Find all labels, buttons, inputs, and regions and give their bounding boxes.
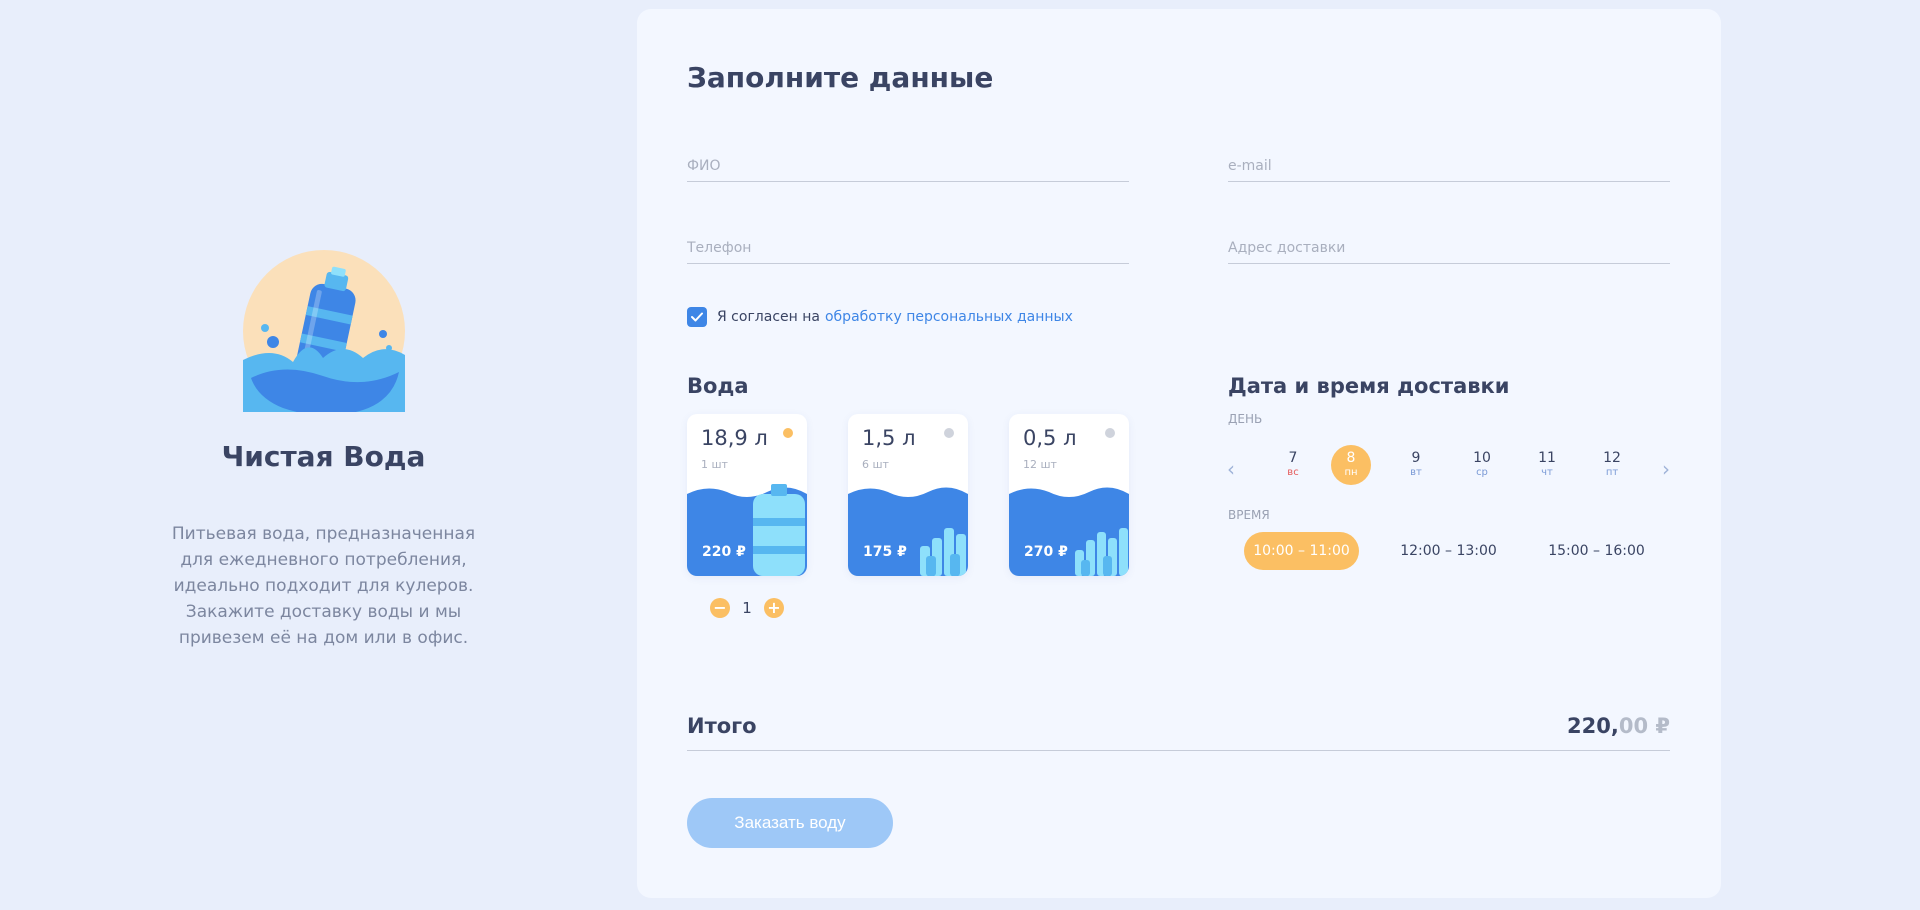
- phone-field-wrap: [687, 234, 1129, 264]
- wave-icon: [848, 487, 968, 576]
- card-volume: 18,9 л: [701, 426, 768, 450]
- total-amount-main: 220,: [1567, 714, 1619, 738]
- time-label: ВРЕМЯ: [1228, 508, 1270, 522]
- day-number: 7: [1288, 450, 1298, 466]
- card-volume: 1,5 л: [862, 426, 916, 450]
- delivery-section-title: Дата и время доставки: [1228, 374, 1510, 398]
- card-quantity: 12 шт: [1023, 458, 1057, 471]
- fio-field-wrap: [687, 152, 1129, 182]
- checkmark-icon: [691, 312, 703, 322]
- day-weekday: вс: [1287, 467, 1299, 478]
- fio-input[interactable]: [687, 152, 1129, 180]
- total-row: Итого 220,00 ₽: [687, 709, 1670, 751]
- day-weekday: пт: [1605, 467, 1619, 478]
- privacy-policy-link[interactable]: обработку персональных данных: [825, 309, 1073, 325]
- day-option[interactable]: 7 вс: [1273, 445, 1313, 485]
- address-field-wrap: [1228, 234, 1670, 264]
- day-number: 9: [1411, 450, 1421, 466]
- card-select-dot: [1105, 428, 1115, 438]
- card-price: 270 ₽: [1024, 544, 1068, 560]
- card-select-dot: [944, 428, 954, 438]
- brand-description: Питьевая вода, предназначенная для ежедн…: [171, 524, 476, 648]
- decrement-button[interactable]: −: [710, 598, 730, 618]
- increment-button[interactable]: +: [764, 598, 784, 618]
- time-slot-selected[interactable]: 10:00 – 11:00: [1244, 532, 1359, 570]
- brand-block: Чистая Вода Питьевая вода, предназначенн…: [160, 250, 487, 651]
- time-slot[interactable]: 15:00 – 16:00: [1539, 532, 1654, 570]
- day-option[interactable]: 11 чт: [1527, 445, 1567, 485]
- phone-input[interactable]: [687, 234, 1129, 262]
- wave-icon: [687, 484, 807, 576]
- card-price: 175 ₽: [863, 544, 907, 560]
- big-bottle-icon: [753, 484, 805, 576]
- wave-icon: [1009, 487, 1129, 576]
- quantity-stepper: − 1 +: [710, 598, 784, 618]
- water-card-0-5[interactable]: 0,5 л 12 шт 270 ₽: [1009, 414, 1129, 576]
- consent-text: Я согласен на: [717, 309, 820, 325]
- card-quantity: 1 шт: [701, 458, 728, 471]
- address-input[interactable]: [1228, 234, 1670, 262]
- day-number: 11: [1538, 450, 1556, 466]
- day-weekday: пн: [1344, 467, 1358, 478]
- day-number: 8: [1346, 450, 1356, 466]
- email-field-wrap: [1228, 152, 1670, 182]
- day-option[interactable]: 12 пт: [1592, 445, 1632, 485]
- form-title: Заполните данные: [687, 61, 994, 94]
- quantity-value: 1: [742, 599, 752, 617]
- day-weekday: ср: [1476, 467, 1488, 478]
- consent-checkbox[interactable]: [687, 307, 707, 327]
- day-number: 10: [1473, 450, 1491, 466]
- day-option-selected[interactable]: 8 пн: [1331, 445, 1371, 485]
- brand-title: Чистая Вода: [221, 440, 426, 473]
- chevron-right-icon[interactable]: ›: [1656, 454, 1676, 484]
- day-weekday: чт: [1541, 467, 1553, 478]
- consent-row: Я согласен на обработку персональных дан…: [687, 307, 1073, 327]
- day-number: 12: [1603, 450, 1621, 466]
- total-label: Итого: [687, 714, 757, 738]
- card-quantity: 6 шт: [862, 458, 889, 471]
- total-amount-cents: 00 ₽: [1618, 714, 1670, 738]
- card-price: 220 ₽: [702, 544, 746, 560]
- day-weekday: вт: [1410, 467, 1422, 478]
- day-option[interactable]: 10 ср: [1462, 445, 1502, 485]
- card-volume: 0,5 л: [1023, 426, 1077, 450]
- time-slot[interactable]: 12:00 – 13:00: [1391, 532, 1506, 570]
- water-card-18-9[interactable]: 18,9 л 1 шт 220 ₽: [687, 414, 807, 576]
- water-section-title: Вода: [687, 374, 749, 398]
- order-water-button[interactable]: Заказать воду: [687, 798, 893, 848]
- chevron-left-icon[interactable]: ‹: [1221, 454, 1241, 484]
- total-amount: 220,00 ₽: [1567, 714, 1670, 738]
- day-label: ДЕНЬ: [1228, 412, 1263, 426]
- card-select-dot: [783, 428, 793, 438]
- order-form-panel: Заполните данные Я согласен на обработку…: [637, 9, 1721, 898]
- email-input[interactable]: [1228, 152, 1670, 180]
- water-bottle-splash-icon: [242, 250, 405, 412]
- water-card-1-5[interactable]: 1,5 л 6 шт 175 ₽: [848, 414, 968, 576]
- day-option[interactable]: 9 вт: [1396, 445, 1436, 485]
